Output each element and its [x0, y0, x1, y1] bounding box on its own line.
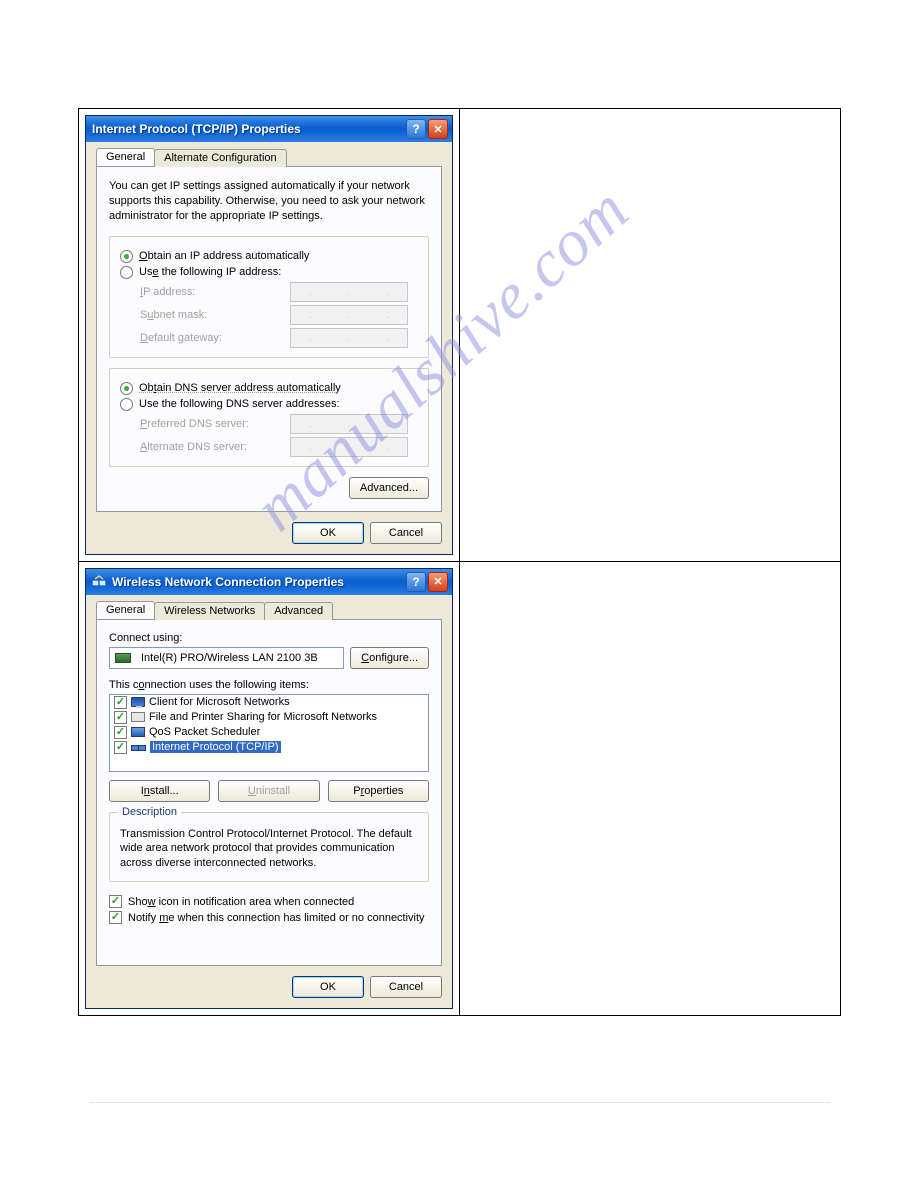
printer-icon [131, 712, 145, 722]
show-icon-label: Show icon in notification area when conn… [128, 896, 354, 908]
properties-button[interactable]: Properties [328, 780, 429, 802]
description-title: Description [118, 806, 181, 818]
tab-wireless-networks[interactable]: Wireless Networks [154, 602, 265, 620]
advanced-button[interactable]: Advanced... [349, 477, 429, 499]
item-file-printer-sharing[interactable]: File and Printer Sharing for Microsoft N… [110, 710, 428, 725]
tcpip-dialog: Internet Protocol (TCP/IP) Properties Ge… [85, 115, 453, 555]
tcpip-title: Internet Protocol (TCP/IP) Properties [92, 122, 404, 136]
label-default-gateway: Default gateway: [140, 332, 290, 344]
input-preferred-dns: ... [290, 414, 408, 434]
tcpip-titlebar[interactable]: Internet Protocol (TCP/IP) Properties [86, 116, 452, 142]
connect-using-label: Connect using: [109, 632, 429, 644]
ok-button[interactable]: OK [292, 976, 364, 998]
page-grid: Internet Protocol (TCP/IP) Properties Ge… [78, 108, 841, 1016]
close-button[interactable] [428, 572, 448, 592]
ok-button[interactable]: OK [292, 522, 364, 544]
connection-items-list[interactable]: Client for Microsoft Networks File and P… [109, 694, 429, 772]
help-button[interactable] [406, 119, 426, 139]
item-qos[interactable]: QoS Packet Scheduler [110, 725, 428, 740]
adapter-field: Intel(R) PRO/Wireless LAN 2100 3B [109, 647, 344, 669]
input-default-gateway: ... [290, 328, 408, 348]
tab-advanced[interactable]: Advanced [264, 602, 333, 620]
checkbox-show-icon[interactable] [109, 895, 122, 908]
qos-icon [131, 727, 145, 737]
ip-group: Obtain an IP address automatically Use t… [109, 236, 429, 358]
radio-auto-dns-label: Obtain DNS server address automatically [139, 382, 341, 394]
close-button[interactable] [428, 119, 448, 139]
configure-button[interactable]: Configure... [350, 647, 429, 669]
adapter-name: Intel(R) PRO/Wireless LAN 2100 3B [141, 652, 318, 664]
cancel-button[interactable]: Cancel [370, 522, 442, 544]
input-ip-address: ... [290, 282, 408, 302]
client-icon [131, 697, 145, 707]
radio-auto-dns[interactable] [120, 382, 133, 395]
radio-use-ip[interactable] [120, 266, 133, 279]
connection-icon [92, 575, 106, 589]
label-subnet-mask: Subnet mask: [140, 309, 290, 321]
checkbox-notify-limited[interactable] [109, 911, 122, 924]
item-tcpip[interactable]: Internet Protocol (TCP/IP) [110, 740, 428, 755]
network-icon [131, 741, 146, 753]
uninstall-button: Uninstall [218, 780, 319, 802]
tab-general[interactable]: General [96, 148, 155, 166]
wlan-panel: Connect using: Intel(R) PRO/Wireless LAN… [96, 619, 442, 967]
radio-auto-ip[interactable] [120, 250, 133, 263]
label-alternate-dns: Alternate DNS server: [140, 441, 290, 453]
radio-use-dns[interactable] [120, 398, 133, 411]
help-button[interactable] [406, 572, 426, 592]
wlan-dialog: Wireless Network Connection Properties G… [85, 568, 453, 1010]
tcpip-tabs: General Alternate Configuration [96, 148, 442, 167]
wlan-title: Wireless Network Connection Properties [112, 575, 404, 589]
checkbox-client[interactable] [114, 696, 127, 709]
items-label: This connection uses the following items… [109, 679, 429, 691]
checkbox-tcpip[interactable] [114, 741, 127, 754]
cancel-button[interactable]: Cancel [370, 976, 442, 998]
label-preferred-dns: Preferred DNS server: [140, 418, 290, 430]
tcpip-description: You can get IP settings assigned automat… [109, 179, 429, 224]
tab-general[interactable]: General [96, 601, 155, 619]
wlan-titlebar[interactable]: Wireless Network Connection Properties [86, 569, 452, 595]
input-subnet-mask: ... [290, 305, 408, 325]
page-footer-rule [90, 1102, 830, 1103]
radio-auto-ip-label: Obtain an IP address automatically [139, 250, 309, 262]
description-text: Transmission Control Protocol/Internet P… [120, 827, 418, 872]
nic-icon [115, 653, 131, 663]
checkbox-qos[interactable] [114, 726, 127, 739]
input-alternate-dns: ... [290, 437, 408, 457]
dns-group: Obtain DNS server address automatically … [109, 368, 429, 467]
wlan-tabs: General Wireless Networks Advanced [96, 601, 442, 620]
radio-use-dns-label: Use the following DNS server addresses: [139, 398, 340, 410]
item-client-ms-networks[interactable]: Client for Microsoft Networks [110, 695, 428, 710]
tcpip-panel: You can get IP settings assigned automat… [96, 166, 442, 512]
radio-use-ip-label: Use the following IP address: [139, 266, 281, 278]
notify-label: Notify me when this connection has limit… [128, 912, 425, 924]
tab-alternate-config[interactable]: Alternate Configuration [154, 149, 287, 167]
description-group: Description Transmission Control Protoco… [109, 812, 429, 883]
checkbox-fps[interactable] [114, 711, 127, 724]
label-ip-address: IP address: [140, 286, 290, 298]
install-button[interactable]: Install... [109, 780, 210, 802]
